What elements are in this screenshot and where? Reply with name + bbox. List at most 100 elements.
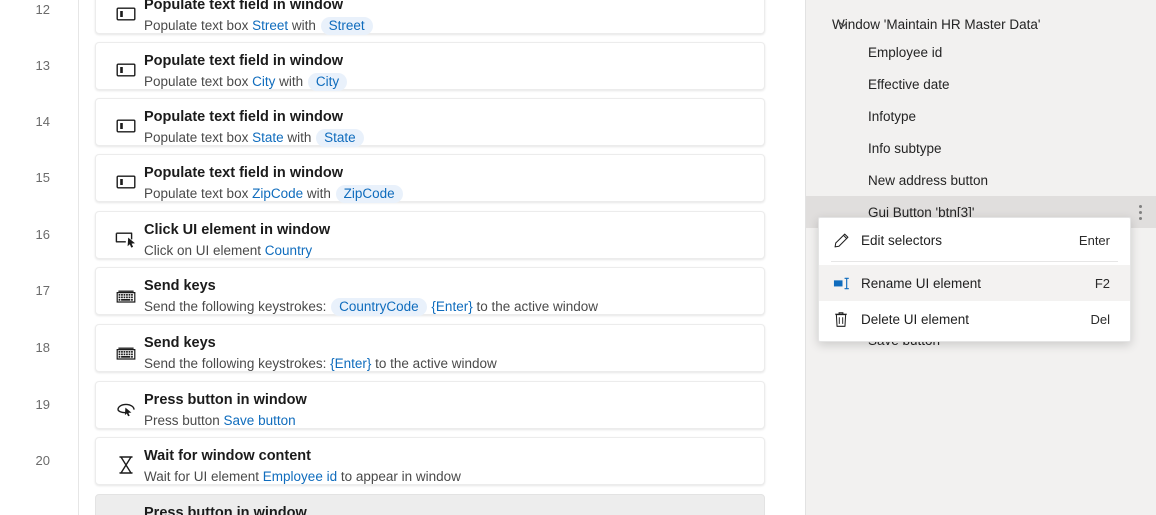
action-card-body: Press button in window — [144, 504, 752, 515]
action-row-number: 20 — [35, 453, 50, 468]
action-row-number: 15 — [35, 170, 50, 185]
action-card[interactable]: Populate text field in window Populate te… — [95, 98, 765, 147]
key-token[interactable]: {Enter} — [431, 299, 472, 314]
action-card-body: Click UI element in window Click on UI el… — [144, 221, 752, 260]
action-card[interactable]: Populate text field in window Populate te… — [95, 154, 765, 203]
action-title: Click UI element in window — [144, 222, 331, 238]
action-card-body: Press button in window Press button Save … — [144, 391, 752, 430]
action-card-body: Populate text field in window Populate te… — [144, 0, 752, 35]
action-title: Press button in window — [144, 392, 307, 408]
trash-icon — [833, 310, 861, 328]
description-text: Populate text box — [144, 18, 253, 33]
action-card[interactable]: Send keys Send the following keystrokes: … — [95, 324, 765, 372]
context-menu-item[interactable]: Delete UI element Del — [819, 301, 1130, 337]
click-ui-element-icon — [108, 221, 144, 255]
context-menu-item-shortcut: Del — [1090, 311, 1110, 327]
context-menu-item[interactable]: Edit selectors Enter — [819, 222, 1130, 258]
description-text: with — [275, 74, 307, 89]
context-menu-item[interactable]: Rename UI element F2 — [819, 265, 1130, 301]
action-title: Populate text field in window — [144, 53, 343, 69]
gutter-divider — [78, 0, 79, 515]
keyboard-icon — [108, 277, 144, 311]
description-text: Populate text box — [144, 74, 253, 89]
variable-token[interactable]: City — [307, 73, 348, 91]
ui-element-label: Infotype — [868, 108, 917, 124]
action-row-number: 13 — [35, 58, 50, 73]
action-description: Populate text box State with State — [144, 129, 752, 147]
description-text: Wait for UI element — [144, 469, 263, 484]
ui-element-link[interactable]: ZipCode — [252, 186, 303, 201]
description-text: Send the following keystrokes: — [144, 299, 331, 314]
context-menu-item-label: Rename UI element — [861, 275, 982, 291]
action-card-body: Send keys Send the following keystrokes: … — [144, 277, 752, 316]
ui-element-link[interactable]: Employee id — [263, 469, 337, 484]
action-title: Populate text field in window — [144, 165, 343, 181]
description-text: with — [283, 130, 316, 145]
description-text: Populate text box — [144, 186, 253, 201]
ui-element-link[interactable]: State — [252, 130, 284, 145]
text-field-icon — [108, 0, 144, 30]
action-row-number: 18 — [35, 340, 50, 355]
context-menu-item-label: Edit selectors — [861, 232, 943, 248]
ui-element-label: Info subtype — [868, 140, 942, 156]
pencil-icon — [833, 231, 861, 249]
more-options-icon[interactable] — [1132, 202, 1148, 222]
action-description: Send the following keystrokes: CountryCo… — [144, 298, 752, 316]
key-token[interactable]: {Enter} — [330, 356, 371, 371]
action-title: Press button in window — [144, 505, 307, 515]
rename-icon — [833, 274, 861, 292]
action-title: Send keys — [144, 335, 216, 351]
action-row-number: 17 — [35, 283, 50, 298]
context-menu-item-label: Delete UI element — [861, 311, 970, 327]
ui-element-tree-item[interactable]: New address button — [806, 164, 1156, 196]
ui-element-tree-item[interactable]: Effective date — [806, 68, 1156, 100]
variable-token[interactable]: State — [316, 129, 364, 147]
action-title: Wait for window content — [144, 448, 311, 464]
chevron-down-icon[interactable] — [836, 17, 850, 31]
ui-element-tree-item[interactable]: Info subtype — [806, 132, 1156, 164]
variable-token[interactable]: CountryCode — [331, 298, 427, 316]
action-description: Wait for UI element Employee id to appea… — [144, 468, 752, 486]
action-title: Send keys — [144, 278, 216, 294]
ui-element-link[interactable]: City — [252, 74, 275, 89]
menu-separator — [831, 261, 1118, 262]
action-card-body: Populate text field in window Populate te… — [144, 52, 752, 91]
ui-element-tree-item[interactable]: Employee id — [806, 36, 1156, 68]
ui-element-link[interactable]: Country — [265, 243, 312, 258]
action-card-body: Send keys Send the following keystrokes: … — [144, 334, 752, 373]
ui-element-label: New address button — [868, 172, 989, 188]
flow-actions-pane: 12 Populate text field in window Populate … — [0, 0, 806, 515]
description-text: Press button — [144, 413, 224, 428]
action-title: Populate text field in window — [144, 109, 343, 125]
power-automate-desktop-window: 12 Populate text field in window Populate … — [0, 0, 1156, 515]
description-text: with — [288, 18, 320, 33]
description-text: Populate text box — [144, 130, 253, 145]
action-card[interactable]: Populate text field in window Populate te… — [95, 0, 765, 35]
ui-element-tree-item[interactable]: Infotype — [806, 100, 1156, 132]
action-description: Send the following keystrokes: {Enter} t… — [144, 355, 752, 373]
tree-group-label: Window 'Maintain HR Master Data' — [832, 16, 1041, 32]
variable-token[interactable]: ZipCode — [335, 185, 403, 203]
context-menu-item-shortcut: Enter — [1078, 232, 1110, 248]
action-card[interactable]: Populate text field in window Populate te… — [95, 42, 765, 91]
action-card-body: Populate text field in window Populate te… — [144, 164, 752, 203]
flow-scrollbar-track[interactable] — [788, 0, 803, 515]
action-description: Populate text box City with City — [144, 73, 752, 91]
description-text: to the active window — [371, 356, 497, 371]
ui-element-link[interactable]: Save button — [224, 413, 296, 428]
description-text: to the active window — [472, 299, 599, 314]
action-card[interactable]: Send keys Send the following keystrokes: … — [95, 267, 765, 316]
action-card[interactable]: Press button in window — [95, 494, 765, 515]
description-text: to appear in window — [337, 469, 461, 484]
action-description: Populate text box Street with Street — [144, 17, 752, 35]
action-card[interactable]: Press button in window Press button Save … — [95, 381, 765, 429]
press-button-icon — [108, 504, 144, 515]
action-row-number: 16 — [35, 227, 50, 242]
variable-token[interactable]: Street — [320, 17, 373, 35]
action-description: Press button Save button — [144, 412, 752, 430]
ui-element-label: Effective date — [868, 76, 950, 92]
action-card[interactable]: Wait for window content Wait for UI eleme… — [95, 437, 765, 485]
action-card[interactable]: Click UI element in window Click on UI el… — [95, 211, 765, 259]
ui-element-context-menu: Edit selectors Enter Rename UI element F2 De… — [818, 217, 1131, 342]
ui-element-link[interactable]: Street — [252, 18, 288, 33]
